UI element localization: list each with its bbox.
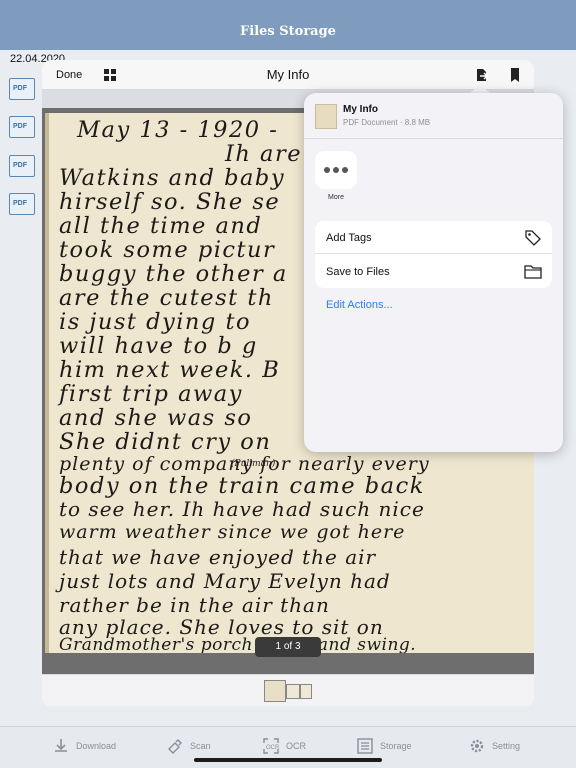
page-thumbnail[interactable] — [264, 680, 286, 702]
handwritten-line: buggy the other a — [59, 261, 288, 287]
handwritten-line: will have to b g — [59, 333, 258, 359]
handwritten-line: warm weather since we got here — [59, 521, 406, 543]
file-thumbnail — [315, 104, 337, 129]
share-popover: My Info PDF Document · 8.8 MB More Add T… — [304, 93, 563, 452]
handwritten-line: hirself so. She se — [59, 189, 281, 215]
tag-icon — [525, 230, 541, 246]
edit-actions-link[interactable]: Edit Actions... — [326, 299, 393, 311]
save-to-files-action[interactable]: Save to Files — [315, 255, 552, 288]
add-tags-action[interactable]: Add Tags — [315, 221, 552, 254]
tab-scan[interactable]: Scan — [166, 735, 211, 757]
handwritten-line: that we have enjoyed the air — [59, 545, 377, 569]
share-actions-group: Add Tags Save to Files — [315, 221, 552, 288]
pdf-file-icon[interactable]: PDF — [6, 155, 35, 177]
page-counter: 1 of 3 — [255, 637, 321, 657]
tab-download[interactable]: Download — [52, 735, 116, 757]
pdf-file-icon[interactable]: PDF — [6, 78, 35, 100]
handwritten-line: body on the train came back — [59, 473, 425, 499]
handwritten-line: to see her. Ih have had such nice — [59, 497, 425, 521]
share-header: My Info PDF Document · 8.8 MB — [304, 93, 563, 139]
handwritten-line: rather be in the air than — [59, 593, 330, 617]
document-title: My Info — [266, 67, 310, 82]
handwritten-line: May 13 - 1920 - — [77, 117, 279, 143]
gear-icon — [470, 739, 484, 753]
more-button[interactable] — [315, 151, 357, 189]
share-icon[interactable] — [474, 67, 490, 83]
ocr-icon: OCR — [263, 738, 280, 754]
page-thumbnail-strip — [42, 674, 534, 706]
handwritten-insert: (Pullman) — [231, 459, 276, 469]
handwritten-line: and she was so — [59, 405, 253, 431]
pdf-file-icon[interactable]: PDF — [6, 116, 35, 138]
handwritten-line: just lots and Mary Evelyn had — [59, 569, 391, 593]
scan-icon — [168, 739, 182, 754]
handwritten-line: is just dying to — [59, 309, 252, 335]
handwritten-line: him next week. B — [59, 357, 281, 383]
app-title: Files Storage — [240, 24, 336, 39]
storage-icon — [357, 738, 373, 754]
handwritten-line: Watkins and baby — [59, 165, 286, 191]
handwritten-line: are the cutest th — [59, 285, 274, 311]
bookmark-icon[interactable] — [508, 67, 522, 83]
document-toolbar: Done My Info — [42, 60, 534, 90]
share-file-meta: PDF Document · 8.8 MB — [343, 118, 431, 127]
tab-storage[interactable]: Storage — [356, 735, 412, 757]
pdf-file-icon[interactable]: PDF — [6, 193, 35, 215]
tab-ocr[interactable]: OCR OCR — [262, 735, 306, 757]
handwritten-line: Grandmother's porch swing and swing. — [59, 635, 417, 653]
handwritten-line: She didnt cry on — [59, 429, 272, 455]
tab-setting[interactable]: Setting — [468, 735, 520, 757]
folder-icon — [524, 265, 542, 279]
page-thumbnail[interactable] — [300, 684, 312, 699]
svg-text:OCR: OCR — [266, 745, 280, 751]
share-file-name: My Info — [343, 104, 378, 115]
more-label: More — [328, 194, 344, 201]
handwritten-line: first trip away — [59, 381, 243, 407]
page-edge — [45, 113, 49, 653]
download-icon — [55, 739, 67, 752]
page-thumbnail[interactable] — [286, 684, 300, 699]
handwritten-line: took some pictur — [59, 237, 276, 263]
handwritten-line: all the time and — [59, 213, 263, 239]
home-indicator — [194, 758, 382, 762]
more-icon — [324, 167, 348, 173]
